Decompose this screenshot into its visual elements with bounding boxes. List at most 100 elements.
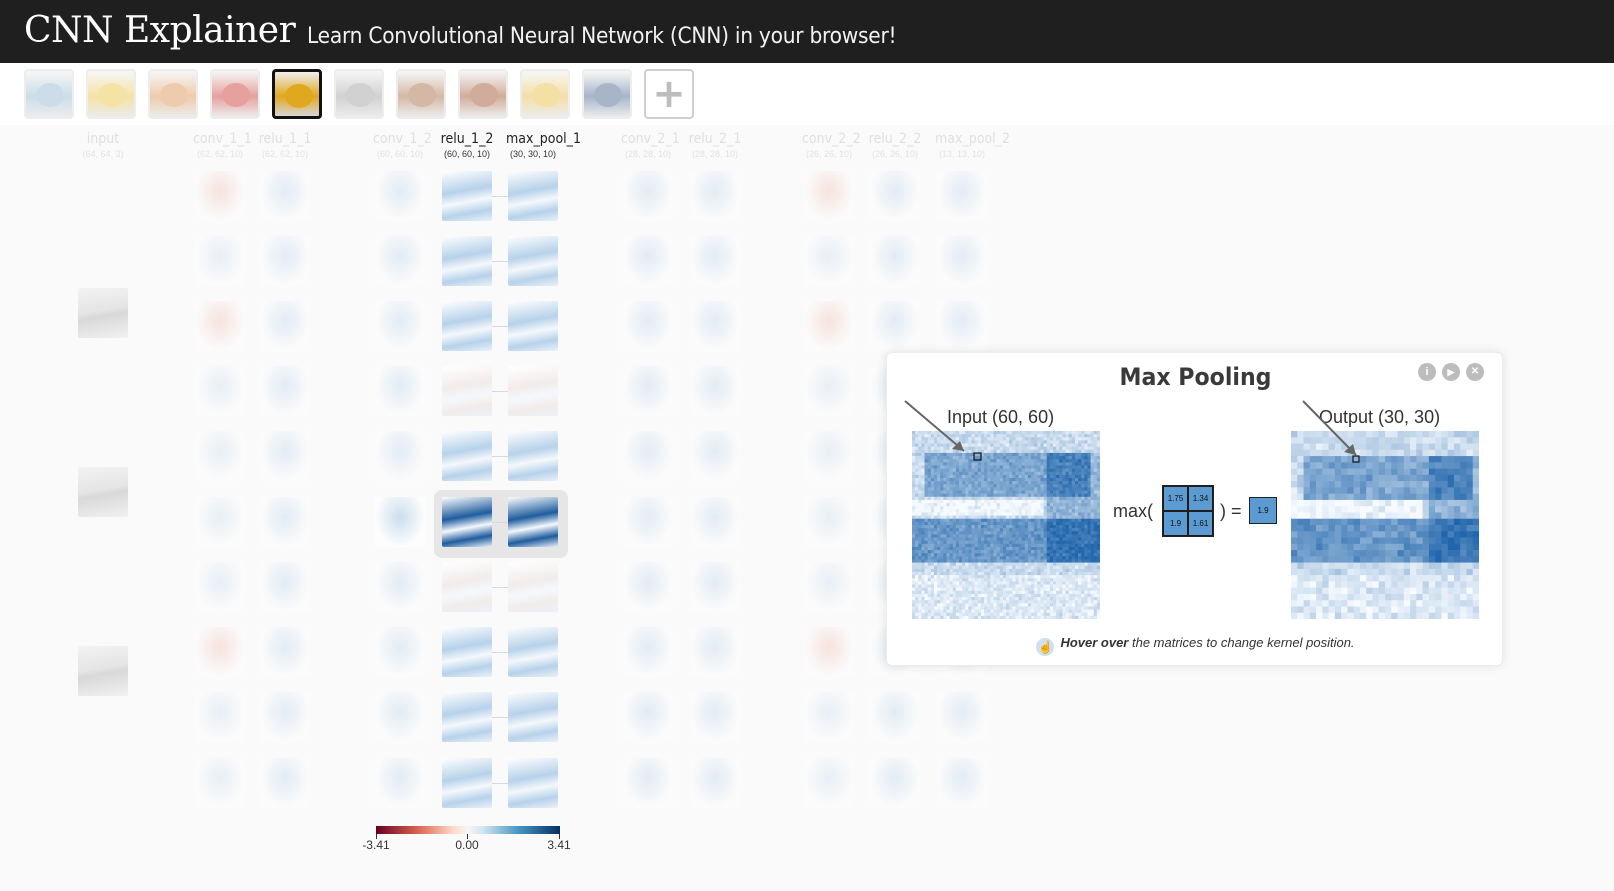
- matrix-cell[interactable]: [1347, 606, 1354, 614]
- matrix-cell[interactable]: [1366, 568, 1373, 576]
- matrix-cell[interactable]: [1006, 493, 1010, 498]
- matrix-cell[interactable]: [921, 562, 925, 567]
- matrix-cell[interactable]: [959, 512, 963, 516]
- matrix-cell[interactable]: [999, 496, 1004, 501]
- matrix-cell[interactable]: [980, 528, 985, 532]
- matrix-cell[interactable]: [933, 612, 938, 617]
- matrix-cell[interactable]: [943, 515, 947, 520]
- matrix-cell[interactable]: [949, 518, 954, 523]
- matrix-cell[interactable]: [1031, 478, 1035, 482]
- matrix-cell[interactable]: [1071, 443, 1076, 447]
- matrix-cell[interactable]: [952, 609, 957, 614]
- matrix-cell[interactable]: [1021, 531, 1026, 535]
- matrix-cell[interactable]: [1065, 615, 1069, 619]
- matrix-cell[interactable]: [987, 546, 991, 551]
- matrix-cell[interactable]: [1002, 468, 1007, 473]
- matrix-cell[interactable]: [1034, 509, 1038, 513]
- matrix-cell[interactable]: [959, 568, 963, 573]
- matrix-cell[interactable]: [1059, 443, 1063, 447]
- matrix-cell[interactable]: [1002, 543, 1007, 548]
- matrix-cell[interactable]: [1078, 559, 1082, 563]
- matrix-cell[interactable]: [993, 525, 997, 529]
- matrix-cell[interactable]: [1034, 456, 1038, 460]
- matrix-cell[interactable]: [1090, 487, 1095, 491]
- matrix-cell[interactable]: [1068, 556, 1073, 560]
- matrix-cell[interactable]: [912, 521, 916, 526]
- matrix-cell[interactable]: [1059, 603, 1063, 607]
- matrix-cell[interactable]: [1359, 506, 1367, 513]
- matrix-cell[interactable]: [1040, 506, 1044, 510]
- matrix-cell[interactable]: [984, 434, 988, 438]
- matrix-cell[interactable]: [1447, 443, 1455, 451]
- matrix-cell[interactable]: [952, 509, 957, 513]
- matrix-cell[interactable]: [1062, 484, 1066, 488]
- matrix-cell[interactable]: [1359, 581, 1367, 588]
- matrix-cell[interactable]: [1065, 474, 1069, 479]
- matrix-cell[interactable]: [1006, 540, 1010, 545]
- matrix-cell[interactable]: [1090, 556, 1095, 560]
- matrix-cell[interactable]: [1087, 471, 1091, 476]
- matrix-cell[interactable]: [1049, 593, 1054, 598]
- matrix-cell[interactable]: [1328, 600, 1336, 607]
- matrix-cell[interactable]: [1391, 512, 1398, 520]
- matrix-cell[interactable]: [1090, 493, 1095, 498]
- matrix-cell[interactable]: [999, 449, 1004, 454]
- matrix-cell[interactable]: [1053, 590, 1057, 595]
- matrix-cell[interactable]: [1021, 452, 1026, 457]
- matrix-cell[interactable]: [1093, 606, 1098, 610]
- matrix-cell[interactable]: [987, 446, 991, 451]
- matrix-cell[interactable]: [912, 525, 916, 529]
- matrix-cell[interactable]: [959, 562, 963, 567]
- matrix-cell[interactable]: [993, 572, 997, 576]
- matrix-cell[interactable]: [1034, 606, 1038, 610]
- matrix-cell[interactable]: [984, 484, 988, 488]
- matrix-cell[interactable]: [1059, 587, 1063, 592]
- matrix-cell[interactable]: [959, 606, 963, 610]
- matrix-cell[interactable]: [1074, 481, 1079, 485]
- matrix-cell[interactable]: [1046, 531, 1051, 535]
- matrix-cell[interactable]: [1410, 443, 1417, 451]
- matrix-cell[interactable]: [1065, 462, 1069, 466]
- matrix-cell[interactable]: [930, 565, 935, 570]
- matrix-cell[interactable]: [1031, 540, 1035, 545]
- matrix-cell[interactable]: [1043, 512, 1048, 516]
- matrix-cell[interactable]: [990, 487, 994, 491]
- matrix-cell[interactable]: [921, 603, 925, 607]
- matrix-cell[interactable]: [912, 503, 916, 507]
- matrix-cell[interactable]: [940, 565, 944, 570]
- matrix-cell[interactable]: [993, 546, 997, 551]
- matrix-cell[interactable]: [1453, 525, 1461, 532]
- matrix-cell[interactable]: [927, 600, 932, 604]
- matrix-cell[interactable]: [965, 484, 969, 488]
- matrix-cell[interactable]: [1015, 487, 1019, 491]
- matrix-cell[interactable]: [1031, 440, 1035, 444]
- matrix-cell[interactable]: [999, 581, 1004, 585]
- matrix-cell[interactable]: [1056, 550, 1060, 554]
- matrix-cell[interactable]: [1009, 487, 1013, 491]
- matrix-cell[interactable]: [984, 474, 988, 479]
- matrix-cell[interactable]: [996, 534, 1001, 538]
- matrix-cell[interactable]: [1068, 521, 1073, 526]
- matrix-cell[interactable]: [1059, 584, 1063, 588]
- matrix-cell[interactable]: [949, 478, 954, 482]
- matrix-cell[interactable]: [1460, 499, 1467, 507]
- matrix-cell[interactable]: [1037, 537, 1041, 541]
- matrix-cell[interactable]: [987, 478, 991, 482]
- matrix-cell[interactable]: [987, 481, 991, 485]
- matrix-cell[interactable]: [1012, 521, 1016, 526]
- matrix-cell[interactable]: [1043, 540, 1048, 545]
- matrix-cell[interactable]: [1046, 521, 1051, 526]
- matrix-cell[interactable]: [1068, 578, 1073, 582]
- matrix-cell[interactable]: [955, 521, 960, 526]
- matrix-cell[interactable]: [1435, 462, 1442, 469]
- matrix-cell[interactable]: [1002, 540, 1007, 545]
- matrix-cell[interactable]: [1043, 459, 1048, 463]
- matrix-cell[interactable]: [984, 572, 988, 576]
- matrix-cell[interactable]: [915, 474, 919, 479]
- matrix-cell[interactable]: [1037, 506, 1041, 510]
- matrix-cell[interactable]: [1366, 612, 1373, 619]
- matrix-cell[interactable]: [1472, 556, 1479, 563]
- matrix-cell[interactable]: [946, 471, 950, 476]
- matrix-cell[interactable]: [1056, 443, 1060, 447]
- matrix-cell[interactable]: [912, 559, 916, 563]
